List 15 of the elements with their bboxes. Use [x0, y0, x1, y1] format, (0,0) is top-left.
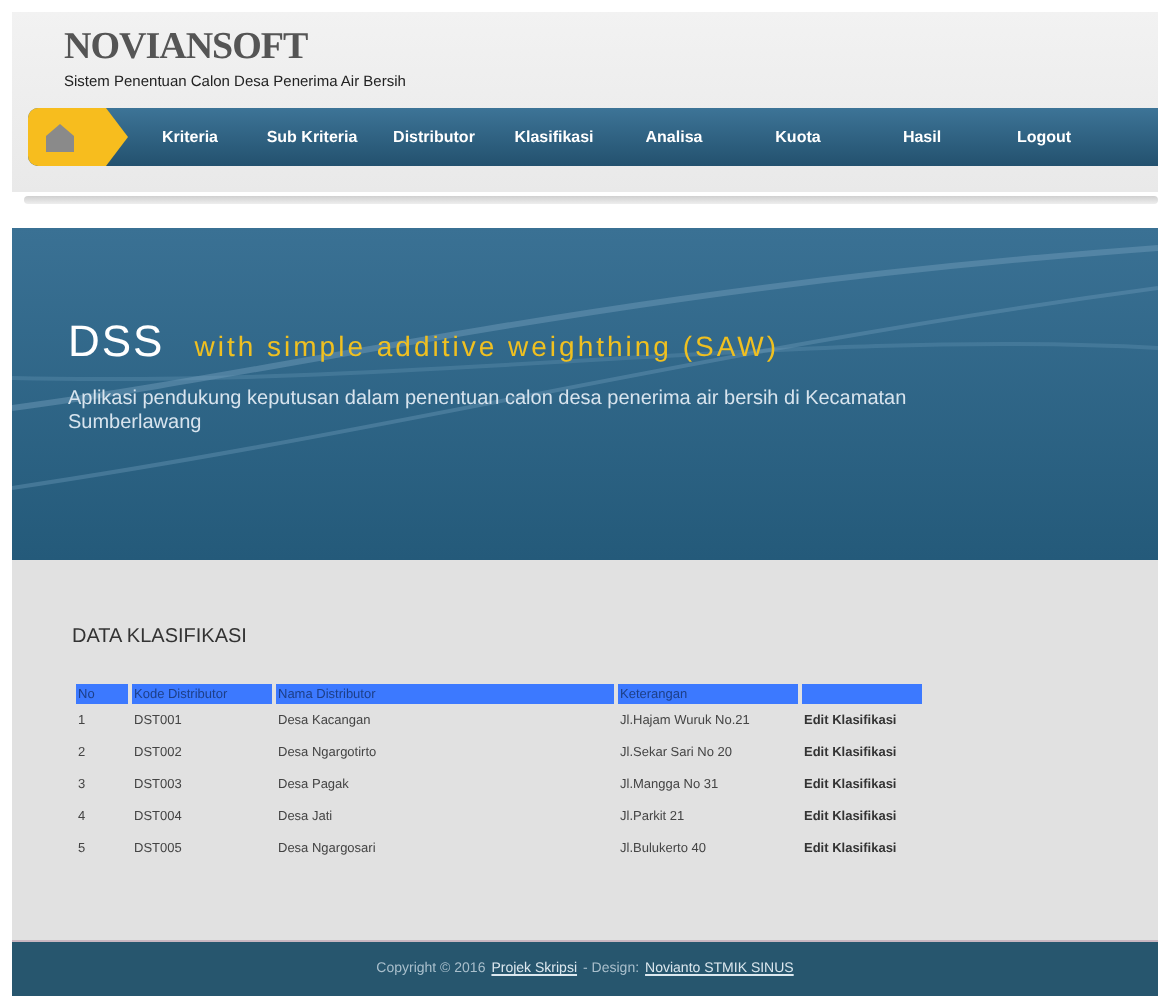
banner-tagline: with simple additive weighthing (SAW): [194, 330, 780, 362]
nav-link[interactable]: Klasifikasi: [496, 128, 612, 146]
nav-link[interactable]: Analisa: [612, 128, 736, 146]
logo: NOVIANSOFT: [64, 28, 310, 68]
house-icon: [44, 122, 76, 152]
banner-title: DSS: [68, 316, 165, 368]
nav-link[interactable]: Hasil: [860, 128, 984, 146]
section-title: DATA KLASIFIKASI: [72, 626, 249, 648]
banner-description: Aplikasi pendukung keputusan dalam penentuan calon desa penerima air bersih di Kecamatan Sumberlawang: [68, 388, 909, 436]
nav-link[interactable]: Logout: [984, 128, 1104, 146]
nav-link[interactable]: Sub Kriteria: [252, 128, 372, 146]
nav-link[interactable]: Kriteria: [128, 128, 252, 146]
nav-link[interactable]: Distributor: [372, 128, 496, 146]
home-button[interactable]: [28, 108, 128, 166]
nav-link[interactable]: Kuota: [736, 128, 860, 146]
